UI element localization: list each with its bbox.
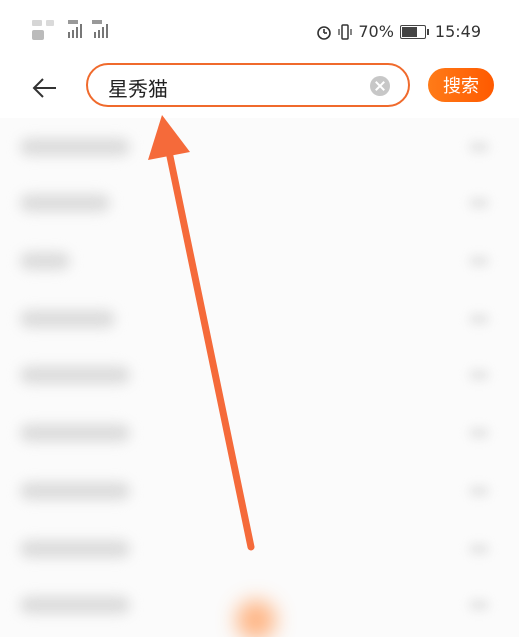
battery-percent: 70% — [358, 22, 394, 41]
alarm-clock-icon — [317, 25, 332, 40]
list-item[interactable] — [20, 596, 130, 614]
list-item[interactable] — [20, 252, 70, 270]
status-bar: 70% 15:49 — [0, 0, 519, 60]
list-item-action — [469, 600, 489, 610]
battery-icon — [399, 24, 426, 39]
status-right-group: 70% 15:49 — [316, 22, 481, 41]
list-item-action — [469, 256, 489, 266]
list-item[interactable] — [20, 366, 130, 384]
list-item-action — [469, 428, 489, 438]
list-item[interactable] — [20, 540, 130, 558]
list-item-action — [469, 314, 489, 324]
search-button[interactable]: 搜索 — [428, 68, 494, 102]
list-item[interactable] — [20, 138, 130, 156]
list-item-action — [469, 486, 489, 496]
signal-4g-icon — [32, 20, 108, 40]
signal-indicators — [32, 18, 122, 46]
list-item[interactable] — [20, 424, 130, 442]
list-item-action — [469, 198, 489, 208]
battery-fill — [401, 26, 418, 37]
vibrate-icon — [338, 23, 352, 40]
suggestion-list — [0, 118, 519, 637]
list-item-action — [469, 370, 489, 380]
list-item[interactable] — [20, 310, 115, 328]
status-time: 15:49 — [434, 22, 481, 41]
search-input[interactable]: 星秀猫 — [86, 63, 410, 107]
list-item-action — [469, 142, 489, 152]
blurred-orange-element — [236, 600, 276, 637]
list-item[interactable] — [20, 194, 110, 212]
list-item[interactable] — [20, 482, 130, 500]
search-header: 星秀猫 搜索 — [0, 60, 519, 118]
clear-circle-icon[interactable] — [370, 76, 390, 96]
arrow-left-icon — [32, 78, 56, 98]
list-item-action — [469, 544, 489, 554]
search-query-text: 星秀猫 — [108, 77, 168, 101]
back-button[interactable] — [30, 72, 62, 104]
battery-tip — [426, 28, 429, 35]
app-screen: 70% 15:49 星秀猫 搜索 — [0, 0, 519, 637]
